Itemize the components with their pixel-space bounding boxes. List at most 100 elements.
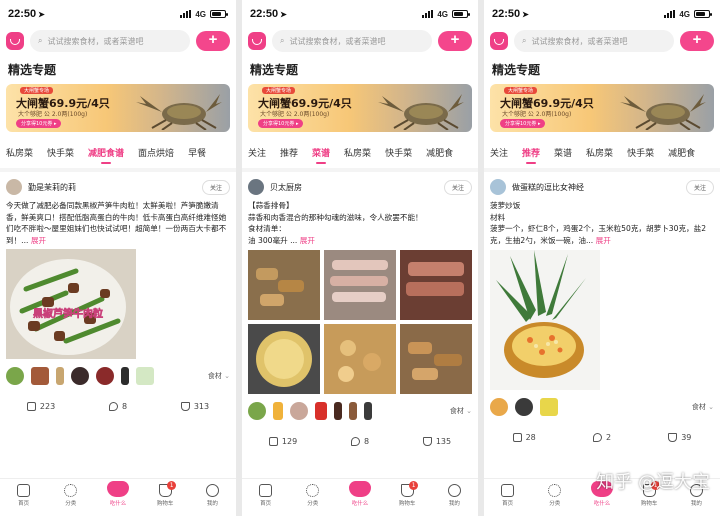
ingredient-thumb[interactable]	[364, 402, 372, 420]
chevron-down-icon: ⌄	[708, 403, 714, 411]
comment-button[interactable]: 8	[108, 401, 127, 411]
banner-share-button[interactable]: 分享得10元券 ▸	[258, 119, 304, 128]
tab-item[interactable]: 减肥食	[668, 146, 695, 159]
ingredient-thumb[interactable]	[96, 367, 114, 385]
battery-icon	[452, 10, 470, 18]
follow-button[interactable]: 关注	[201, 179, 230, 195]
search-icon: ⌕	[280, 36, 285, 45]
tab-item[interactable]: 面点烘焙	[138, 146, 174, 159]
app-logo-icon[interactable]	[248, 32, 266, 50]
search-input[interactable]: ⌕ 试试搜索食材，或者菜谱吧	[514, 30, 674, 52]
promo-banner[interactable]: 大闸蟹专场 大闸蟹69.9元/4只 大个够肥 公 2.0两(100g) 分享得1…	[490, 84, 714, 132]
ingredient-thumb[interactable]	[136, 367, 154, 385]
tab-item[interactable]: 早餐	[188, 146, 206, 159]
tab-item-active[interactable]: 菜谱	[312, 146, 330, 159]
avatar[interactable]	[490, 179, 506, 195]
add-button[interactable]: +	[438, 31, 472, 51]
tab-item[interactable]: 快手菜	[47, 146, 74, 159]
ingredient-thumb[interactable]	[248, 402, 266, 420]
nav-me[interactable]: 我的	[437, 484, 471, 507]
ingredient-thumb[interactable]	[490, 398, 508, 416]
ingredients-toggle[interactable]: 食材 ⌄	[208, 371, 230, 381]
tab-item[interactable]: 私房菜	[6, 146, 33, 159]
ingredient-thumb[interactable]	[515, 398, 533, 416]
tab-item[interactable]: 快手菜	[385, 146, 412, 159]
search-input[interactable]: ⌕ 试试搜索食材，或者菜谱吧	[272, 30, 432, 52]
nav-category[interactable]: 分类	[296, 484, 330, 507]
follow-button[interactable]: 关注	[443, 179, 472, 195]
section-title: 精选专题	[492, 63, 541, 77]
author-name[interactable]: 贝太厨房	[270, 182, 438, 193]
comment-button[interactable]: 2	[592, 432, 611, 442]
dish-photo-grid[interactable]	[248, 250, 472, 394]
tab-item[interactable]: 菜谱	[554, 146, 572, 159]
expand-link[interactable]: 展开	[31, 236, 46, 245]
ingredients-toggle[interactable]: 食材 ⌄	[450, 406, 472, 416]
app-logo-icon[interactable]	[490, 32, 508, 50]
expand-link[interactable]: 展开	[300, 236, 315, 245]
signal-icon	[180, 10, 192, 18]
author-name[interactable]: 勤是茉莉的莉	[28, 182, 196, 193]
ingredient-thumb[interactable]	[31, 367, 49, 385]
nav-eat[interactable]: 吃什么	[343, 481, 377, 507]
ingredient-thumb[interactable]	[71, 367, 89, 385]
search-input[interactable]: ⌕ 试试搜索食材，或者菜谱吧	[30, 30, 190, 52]
tab-item[interactable]: 关注	[490, 146, 508, 159]
network-label: 4G	[437, 9, 448, 19]
nav-home[interactable]: 首页	[7, 484, 41, 507]
tab-item[interactable]: 减肥食	[426, 146, 453, 159]
ingredient-thumb[interactable]	[273, 402, 283, 420]
tab-item[interactable]: 关注	[248, 146, 266, 159]
dish-photo[interactable]	[490, 250, 600, 390]
ingredient-thumb[interactable]	[315, 402, 327, 420]
add-button[interactable]: +	[196, 31, 230, 51]
nav-me[interactable]: 我的	[195, 484, 229, 507]
nav-cart[interactable]: 1 购物车	[148, 481, 182, 507]
tab-item[interactable]: 推荐	[280, 146, 298, 159]
avatar[interactable]	[248, 179, 264, 195]
promo-banner[interactable]: 大闸蟹专场 大闸蟹69.9元/4只 大个够肥 公 2.0两(100g) 分享得1…	[6, 84, 230, 132]
share-button[interactable]: 129	[268, 436, 297, 446]
like-button[interactable]: 39	[668, 432, 691, 442]
ingredient-thumb[interactable]	[56, 367, 64, 385]
ingredient-thumb[interactable]	[349, 402, 357, 420]
app-logo-icon[interactable]	[6, 32, 24, 50]
share-button[interactable]: 223	[26, 401, 55, 411]
ingredient-thumb[interactable]	[121, 367, 129, 385]
expand-link[interactable]: 展开	[596, 236, 611, 245]
tab-item[interactable]: 私房菜	[586, 146, 613, 159]
banner-share-button[interactable]: 分享得10元券 ▸	[500, 119, 546, 128]
ingredient-thumb[interactable]	[540, 398, 558, 416]
nav-home[interactable]: 首页	[491, 484, 525, 507]
author-name[interactable]: 做蛋糕的逗比女神经	[512, 182, 680, 193]
ingredients-toggle[interactable]: 食材 ⌄	[692, 402, 714, 412]
nav-category[interactable]: 分类	[538, 484, 572, 507]
tab-item-active[interactable]: 推荐	[522, 146, 540, 159]
avatar[interactable]	[6, 179, 22, 195]
ingredient-thumbs: 食材 ⌄	[484, 394, 720, 420]
tab-item-active[interactable]: 减肥食谱	[88, 146, 124, 159]
nav-cart[interactable]: 1 购物车	[390, 481, 424, 507]
status-time: 22:50	[8, 8, 37, 20]
cart-badge: 1	[167, 481, 177, 490]
promo-banner[interactable]: 大闸蟹专场 大闸蟹69.9元/4只 大个够肥 公 2.0两(100g) 分享得1…	[248, 84, 472, 132]
battery-icon	[210, 10, 228, 18]
ingredient-thumb[interactable]	[6, 367, 24, 385]
comment-button[interactable]: 8	[350, 436, 369, 446]
dish-photo[interactable]: 黑椒芦笋牛肉粒	[6, 249, 136, 359]
like-button[interactable]: 313	[180, 401, 209, 411]
like-button[interactable]: 135	[422, 436, 451, 446]
add-button[interactable]: +	[680, 31, 714, 51]
ingredient-thumb[interactable]	[334, 402, 342, 420]
nav-eat[interactable]: 吃什么	[101, 481, 135, 507]
tab-item[interactable]: 私房菜	[344, 146, 371, 159]
nav-home[interactable]: 首页	[249, 484, 283, 507]
banner-tag: 大闸蟹专场	[262, 87, 296, 94]
nav-category[interactable]: 分类	[54, 484, 88, 507]
banner-share-button[interactable]: 分享得10元券 ▸	[16, 119, 62, 128]
tab-item[interactable]: 快手菜	[627, 146, 654, 159]
share-button[interactable]: 28	[512, 432, 536, 442]
location-icon: ➤	[38, 10, 45, 19]
follow-button[interactable]: 关注	[685, 179, 714, 195]
ingredient-thumb[interactable]	[290, 402, 308, 420]
